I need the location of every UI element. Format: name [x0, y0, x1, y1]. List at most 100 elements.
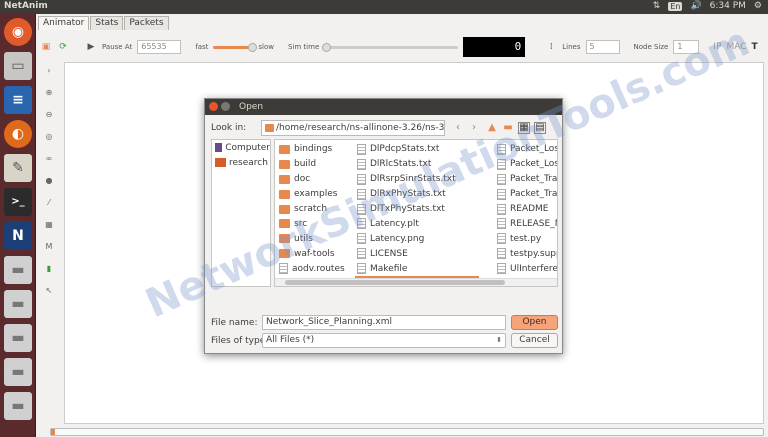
file-item[interactable]: test.py [495, 231, 557, 246]
pen-icon[interactable]: ⁄ [42, 196, 56, 210]
file-icon [357, 188, 366, 200]
link-icon[interactable]: ∞ [42, 152, 56, 166]
text-editor-icon[interactable]: ✎ [4, 154, 32, 182]
file-icon [357, 263, 366, 275]
file-item[interactable]: bindings [277, 142, 353, 157]
firefox-icon[interactable]: ◐ [4, 120, 32, 148]
progress-bar [50, 428, 764, 436]
sim-time-slider-knob[interactable] [322, 42, 332, 52]
battery-icon[interactable]: ▮ [42, 262, 56, 276]
file-name-input[interactable]: Network_Slice_Planning.xml [262, 315, 506, 330]
pause-at-input[interactable]: 65535 [137, 40, 182, 54]
file-item[interactable]: waf-tools [277, 246, 353, 261]
file-item[interactable]: aodv.routes [277, 261, 353, 276]
t-toggle[interactable]: T [752, 42, 758, 52]
close-icon[interactable] [209, 102, 218, 111]
file-item[interactable]: Makefile [355, 261, 479, 276]
file-item[interactable]: Latency.plt [355, 216, 479, 231]
clock[interactable]: 6:34 PM [710, 1, 746, 11]
speed-slider[interactable] [213, 42, 258, 52]
horizontal-scrollbar[interactable] [275, 278, 557, 286]
tab-packets[interactable]: Packets [124, 16, 169, 30]
new-folder-icon[interactable]: ▬ [502, 121, 514, 135]
file-item[interactable]: Packet_Transmis [495, 172, 557, 187]
file-item[interactable]: DlRlcStats.txt [355, 157, 479, 172]
files-of-type-select[interactable]: All Files (*) ⬍ [262, 333, 506, 348]
file-item[interactable]: utils [277, 231, 353, 246]
play-icon[interactable]: ▶ [85, 41, 97, 53]
netanim-icon[interactable]: N [4, 222, 32, 250]
network-icon[interactable]: ⇅ [653, 1, 661, 11]
drive-icon[interactable]: ▬ [4, 392, 32, 420]
file-item[interactable]: UlInterferenceSt [495, 261, 557, 276]
drive-icon[interactable]: ▬ [4, 290, 32, 318]
lines-spinbox[interactable]: 5 [585, 40, 620, 54]
folder-icon [279, 204, 290, 214]
file-item[interactable]: testpy.supp [495, 246, 557, 261]
file-item[interactable]: README [495, 202, 557, 217]
back-icon[interactable]: ‹ [452, 121, 464, 135]
drive-icon[interactable]: ▬ [4, 358, 32, 386]
file-item[interactable]: Latency.png [355, 231, 479, 246]
file-item-label: Packet_Loss_Rat [510, 159, 557, 170]
reload-icon[interactable]: ⟳ [57, 41, 69, 53]
volume-icon[interactable]: 🔊 [690, 1, 701, 11]
up-icon[interactable]: ▲ [486, 121, 498, 135]
file-manager-icon[interactable]: ▭ [4, 52, 32, 80]
place-research[interactable]: research [212, 155, 270, 170]
file-item[interactable]: build [277, 157, 353, 172]
node-icon[interactable]: ◎ [42, 130, 56, 144]
file-item-label: DlRsrpSinrStats.txt [370, 174, 456, 185]
file-item[interactable]: Packet_Loss_Rat [495, 157, 557, 172]
tab-stats[interactable]: Stats [90, 16, 124, 30]
file-item-label: DlTxPhyStats.txt [370, 204, 445, 214]
node-size-select[interactable]: 1 [673, 40, 700, 54]
file-item[interactable]: Packet_Loss_Rat [495, 142, 557, 157]
file-item[interactable]: examples [277, 187, 353, 202]
file-item[interactable]: DlPdcpStats.txt [355, 142, 479, 157]
file-item[interactable]: DlRsrpSinrStats.txt [355, 172, 479, 187]
list-view-icon[interactable]: ▦ [518, 122, 530, 134]
zoom-in-icon[interactable]: ⊕ [42, 86, 56, 100]
ip-toggle[interactable]: IP [713, 42, 721, 52]
mac-toggle[interactable]: MAC [726, 42, 746, 52]
writer-icon[interactable]: ≡ [4, 86, 32, 114]
file-item[interactable]: DlTxPhyStats.txt [355, 202, 479, 217]
minimize-icon[interactable] [221, 102, 230, 111]
file-item[interactable]: LICENSE [355, 246, 479, 261]
detail-view-icon[interactable]: ▤ [534, 122, 546, 134]
drive-icon[interactable]: ▬ [4, 324, 32, 352]
scrollbar-thumb[interactable] [285, 280, 505, 285]
open-folder-icon[interactable]: ▣ [40, 41, 52, 53]
terminal-icon[interactable]: >_ [4, 188, 32, 216]
keyboard-layout-indicator[interactable]: En [668, 1, 683, 11]
file-item[interactable]: src [277, 216, 353, 231]
record-icon[interactable]: ● [42, 174, 56, 188]
dash-icon[interactable]: ◉ [4, 18, 32, 46]
sim-time-display: 0 [463, 37, 526, 57]
open-button[interactable]: Open [511, 315, 558, 330]
sim-time-slider[interactable] [322, 42, 459, 52]
file-item[interactable]: DlRxPhyStats.txt [355, 187, 479, 202]
top-panel: NetAnim ⇅ En 🔊 6:34 PM ⚙ [0, 0, 768, 14]
grid-toggle-icon[interactable]: ▦ [42, 218, 56, 232]
chevron-right-icon[interactable]: › [42, 64, 56, 78]
pointer-icon[interactable]: ↖ [42, 284, 56, 298]
tab-animator[interactable]: Animator [38, 16, 90, 30]
zoom-out-icon[interactable]: ⊖ [42, 108, 56, 122]
gear-icon[interactable]: ⚙ [754, 1, 762, 11]
grid-icon[interactable]: ⁞ [545, 41, 557, 53]
forward-icon[interactable]: › [468, 121, 480, 135]
cancel-button[interactable]: Cancel [511, 333, 558, 348]
file-item[interactable]: RELEASE_NOTES [495, 216, 557, 231]
file-item[interactable]: scratch [277, 202, 353, 217]
look-in-path: /home/research/ns-allinone-3.26/ns-3.26 [276, 123, 445, 133]
dialog-title: Open [239, 102, 264, 112]
drive-icon[interactable]: ▬ [4, 256, 32, 284]
place-computer[interactable]: Computer [212, 140, 270, 155]
m-icon[interactable]: M [42, 240, 56, 254]
look-in-combobox[interactable]: /home/research/ns-allinone-3.26/ns-3.26 [261, 120, 445, 136]
speed-slider-knob[interactable] [248, 42, 258, 52]
file-item[interactable]: doc [277, 172, 353, 187]
file-item[interactable]: Packet_Transmis [495, 187, 557, 202]
